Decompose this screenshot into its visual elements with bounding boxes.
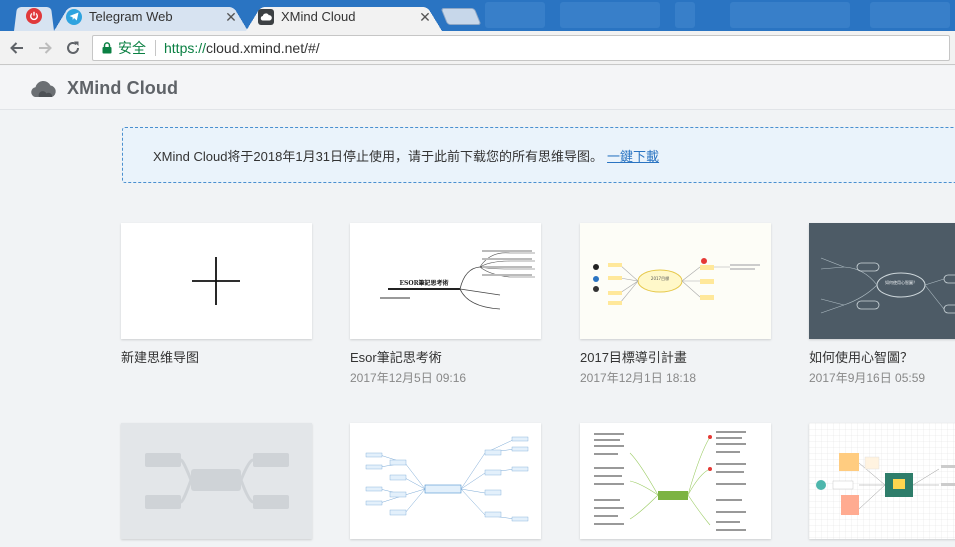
new-map-card[interactable]: 新建思维导图 [121, 223, 312, 366]
map-thumbnail[interactable] [121, 423, 312, 539]
map-card[interactable] [580, 423, 771, 539]
tab-telegram[interactable]: Telegram Web ✕ [54, 2, 248, 31]
map-card[interactable]: ESOR筆記思考術 Esor筆記思考術 2017年12月5日 09:16 [350, 223, 541, 386]
map-card[interactable]: 2017目標 2017目標導引計畫 2017年12月1日 18:18 [580, 223, 771, 386]
telegram-icon [66, 8, 82, 25]
map-name: 新建思维导图 [121, 350, 200, 365]
map-thumbnail[interactable]: 如何使用心智圖？ [809, 223, 955, 339]
map-thumbnail[interactable] [809, 423, 955, 539]
plus-icon [192, 257, 240, 305]
map-card[interactable] [350, 423, 541, 539]
tab-title: Telegram Web [89, 9, 173, 24]
reload-button[interactable] [63, 38, 83, 58]
map-card[interactable] [809, 423, 955, 539]
thumb-center-label: ESOR筆記思考術 [399, 279, 448, 287]
map-name: 2017目標導引計畫 [580, 350, 687, 365]
app-header: XMind Cloud [0, 66, 955, 110]
tab-xmind-cloud[interactable]: XMind Cloud ✕ [246, 2, 442, 31]
back-button[interactable] [7, 38, 27, 58]
new-tab-button[interactable] [440, 8, 482, 25]
thumb-center-label: 2017目標 [651, 275, 669, 281]
map-date: 2017年12月5日 09:16 [350, 371, 467, 385]
url-scheme: https:// [164, 40, 207, 56]
map-thumbnail[interactable] [350, 423, 541, 539]
power-icon [26, 8, 42, 24]
xmind-icon [258, 8, 274, 25]
download-all-link[interactable]: 一鍵下載 [607, 146, 659, 165]
pinned-tab[interactable] [14, 2, 54, 31]
map-name: 如何使用心智圖？ [809, 350, 914, 365]
map-card[interactable]: 如何使用心智圖？ 如何使用心智圖？ 2017年9月16日 05:59 [809, 223, 955, 386]
map-thumbnail[interactable]: 2017目標 [580, 223, 771, 339]
page-content: XMind Cloud XMind Cloud将于2018年1月31日停止使用，… [0, 66, 955, 547]
reload-icon [67, 41, 79, 54]
lock-icon [102, 42, 112, 54]
map-thumbnail[interactable] [580, 423, 771, 539]
secure-label: 安全 [118, 40, 146, 56]
thumb-center-label: 如何使用心智圖？ [885, 279, 917, 285]
map-thumbnail[interactable] [121, 223, 312, 339]
arrow-left-icon [10, 42, 23, 54]
map-date: 2017年9月16日 05:59 [809, 371, 926, 385]
map-name: Esor筆記思考術 [350, 350, 442, 365]
shutdown-notice: XMind Cloud将于2018年1月31日停止使用，请于此前下载您的所有思维… [122, 127, 955, 183]
map-date: 2017年12月1日 18:18 [580, 371, 697, 385]
tab-title: XMind Cloud [281, 9, 356, 24]
app-brand[interactable]: XMind Cloud [67, 78, 178, 99]
xmind-cloud-logo-icon[interactable] [29, 78, 59, 103]
arrow-right-icon [39, 42, 52, 54]
address-bar[interactable]: 安全 https:// cloud.xmind.net/#/ [92, 35, 950, 61]
map-thumbnail[interactable]: ESOR筆記思考術 [350, 223, 541, 339]
browser-toolbar: 安全 https:// cloud.xmind.net/#/ [0, 31, 955, 65]
close-icon[interactable]: ✕ [418, 10, 432, 24]
map-card[interactable] [121, 423, 312, 539]
notice-text: XMind Cloud将于2018年1月31日停止使用，请于此前下载您的所有思维… [153, 148, 604, 164]
divider [155, 40, 156, 56]
tab-strip: Telegram Web ✕ XMind Cloud ✕ [0, 0, 955, 33]
forward-button[interactable] [35, 38, 55, 58]
close-icon[interactable]: ✕ [224, 10, 238, 24]
url-text: cloud.xmind.net/#/ [206, 40, 320, 56]
